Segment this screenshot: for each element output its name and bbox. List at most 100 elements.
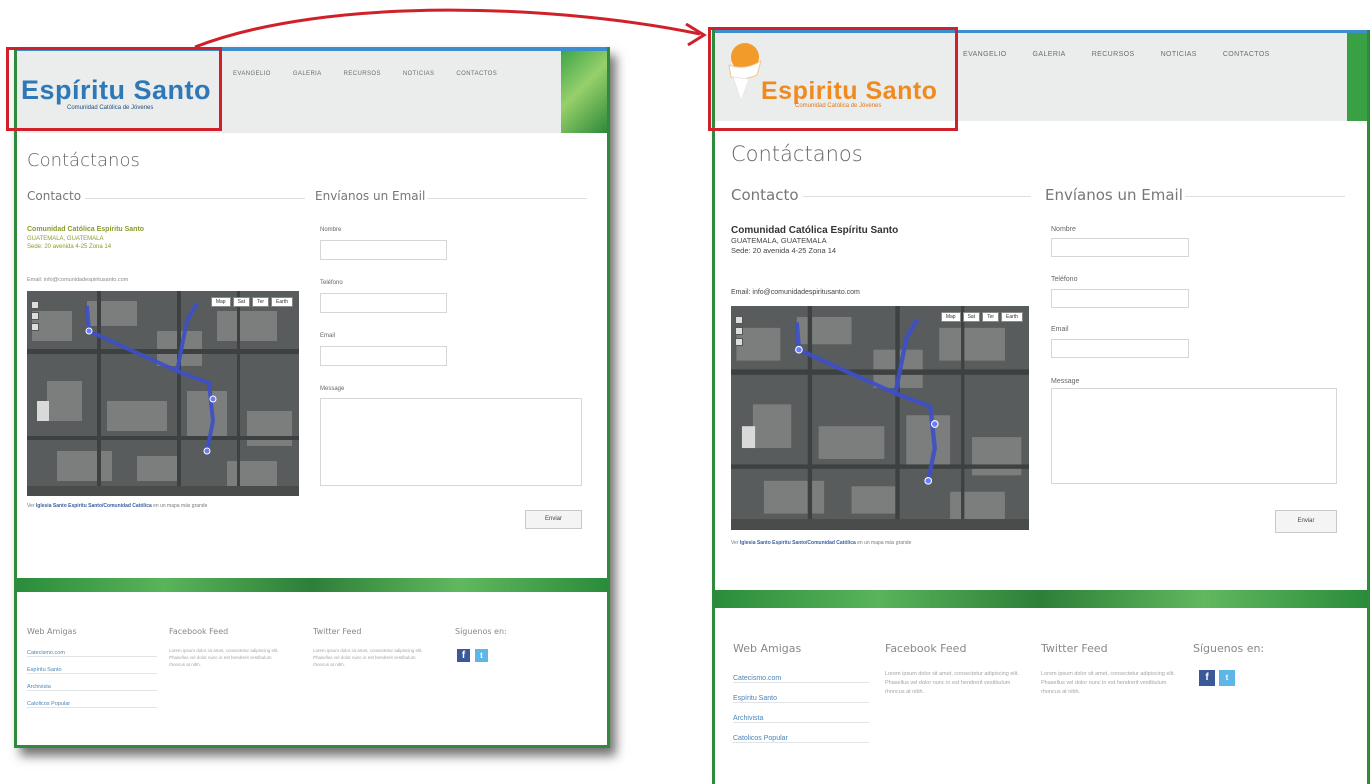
send-button[interactable]: Enviar [1275,510,1337,533]
address-line-2: Sede: 20 avenida 4-25 Zona 14 [27,244,112,251]
facebook-feed-title: Facebook Feed [169,627,229,636]
logo-highlight-box [708,27,958,131]
map-caption-suffix: en un mapa más grande [857,540,912,546]
email-label: Email [1051,326,1069,333]
phone-label: Teléfono [320,280,343,286]
follow-us-title: Síguenos en: [455,627,507,636]
left-screenshot: Espíritu Santo Comunidad Católica de Jóv… [14,47,610,748]
map-caption-link[interactable]: Iglesia Santo Espíritu Santo/Comunidad C… [740,540,856,546]
web-amigas-link[interactable]: Archivista [27,684,157,691]
map-caption-link[interactable]: Iglesia Santo Espíritu Santo/Comunidad C… [36,503,152,509]
name-field[interactable] [1051,238,1189,257]
nav-item-noticias[interactable]: NOTICIAS [1161,51,1197,58]
main-nav: EVANGELIO GALERIA RECURSOS NOTICIAS CONT… [233,71,497,77]
map-button[interactable]: Map [210,297,231,307]
name-label: Nombre [1051,226,1076,233]
main-nav: EVANGELIO GALERIA RECURSOS NOTICIAS CONT… [963,51,1270,58]
sat-button[interactable]: Sat [232,297,251,307]
phone-field[interactable] [320,293,447,313]
message-textarea[interactable] [320,398,582,486]
email-label: Email [320,333,336,339]
map-caption-suffix: en un mapa más grande [153,503,208,509]
web-amigas-link[interactable]: Catolicos Popular [733,735,869,743]
address: GUATEMALA, GUATEMALA Sede: 20 avenida 4-… [731,236,836,256]
message-label: Message [1051,378,1080,385]
nav-item-galeria[interactable]: GALERIA [293,71,322,77]
ter-button[interactable]: Ter [252,297,270,307]
name-label: Nombre [320,227,342,233]
earth-button[interactable]: Earth [271,297,293,307]
name-field[interactable] [320,240,447,260]
address-line-1: GUATEMALA, GUATEMALA [27,236,104,242]
map-zoom-controls[interactable] [31,301,41,334]
contact-email: Email: info@comunidadespiritusanto.com [731,289,860,296]
map-caption: Ver Iglesia Santo Espíritu Santo/Comunid… [27,503,207,509]
nav-item-recursos[interactable]: RECURSOS [1092,51,1135,58]
nav-item-contactos[interactable]: CONTACTOS [1223,51,1270,58]
phone-label: Teléfono [1051,276,1078,283]
facebook-icon[interactable]: f [1199,670,1215,686]
satellite-map-image [731,306,1029,530]
web-amigas-link[interactable]: Catolicos Popular [27,701,157,708]
contact-section-title: Contacto [27,189,82,203]
map-zoom-controls[interactable] [735,316,745,349]
map-pan-control[interactable] [735,316,743,324]
divider [803,196,1031,197]
address-line-1: GUATEMALA, GUATEMALA [731,236,827,245]
twitter-icon[interactable]: t [475,649,488,662]
nav-item-evangelio[interactable]: EVANGELIO [963,51,1007,58]
nav-item-contactos[interactable]: CONTACTOS [456,71,497,77]
web-amigas-link[interactable]: Catecismo.com [27,650,157,657]
email-field[interactable] [320,346,447,366]
map-caption-prefix: Ver [27,503,35,509]
embedded-map[interactable]: Map Sat Ter Earth [731,306,1029,530]
address-line-2: Sede: 20 avenida 4-25 Zona 14 [731,246,837,256]
zoom-out-button[interactable] [31,323,39,331]
email-section-title: Envíanos un Email [315,189,426,203]
ter-button[interactable]: Ter [982,312,1000,322]
divider [1185,196,1345,197]
twitter-feed-title: Twitter Feed [1041,642,1108,655]
map-button[interactable]: Map [940,312,961,322]
right-screenshot: Espiritu Santo Comunidad Católica de Jóv… [712,30,1370,784]
twitter-feed-title: Twitter Feed [313,627,362,636]
sat-button[interactable]: Sat [962,312,981,322]
address: GUATEMALA, GUATEMALA Sede: 20 avenida 4-… [27,235,111,251]
zoom-out-button[interactable] [735,338,743,346]
facebook-feed-text: Lorem ipsum dolor sit amet, consectetur … [169,648,279,668]
zoom-in-button[interactable] [31,312,39,320]
phone-field[interactable] [1051,289,1189,308]
embedded-map[interactable]: Map Sat Ter Earth [27,291,299,496]
logo-highlight-box [6,47,222,131]
web-amigas-link[interactable]: Archivista [733,715,869,723]
twitter-feed-text: Lorem ipsum dolor sit amet, consectetur … [313,648,423,668]
map-pan-control[interactable] [31,301,39,309]
header-corner-decoration [561,51,607,133]
map-type-buttons: Map Sat Ter Earth [210,297,293,307]
map-caption-prefix: Ver [731,540,739,546]
facebook-icon[interactable]: f [457,649,470,662]
contact-email: Email: info@comunidadespiritusanto.com [27,277,129,283]
web-amigas-link[interactable]: Espíritu Santo [27,667,157,674]
twitter-feed-text: Lorem ipsum dolor sit amet, consectetur … [1041,671,1175,695]
twitter-icon[interactable]: t [1219,670,1235,686]
email-field[interactable] [1051,339,1189,358]
org-name: Comunidad Católica Espíritu Santo [731,225,899,236]
web-amigas-link[interactable]: Espíritu Santo [733,695,869,703]
nav-item-galeria[interactable]: GALERIA [1033,51,1066,58]
follow-us-title: Síguenos en: [1193,642,1265,655]
divider [85,198,305,199]
nav-item-evangelio[interactable]: EVANGELIO [233,71,271,77]
nav-item-recursos[interactable]: RECURSOS [344,71,381,77]
message-textarea[interactable] [1051,388,1337,484]
contact-section-title: Contacto [731,186,799,204]
send-button[interactable]: Enviar [525,510,582,529]
zoom-in-button[interactable] [735,327,743,335]
web-amigas-link[interactable]: Catecismo.com [733,675,869,683]
map-type-buttons: Map Sat Ter Earth [940,312,1023,322]
map-caption: Ver Iglesia Santo Espíritu Santo/Comunid… [731,540,911,546]
email-section-title: Envíanos un Email [1045,186,1183,204]
nav-item-noticias[interactable]: NOTICIAS [403,71,435,77]
earth-button[interactable]: Earth [1001,312,1023,322]
page-title: Contáctanos [27,150,140,171]
